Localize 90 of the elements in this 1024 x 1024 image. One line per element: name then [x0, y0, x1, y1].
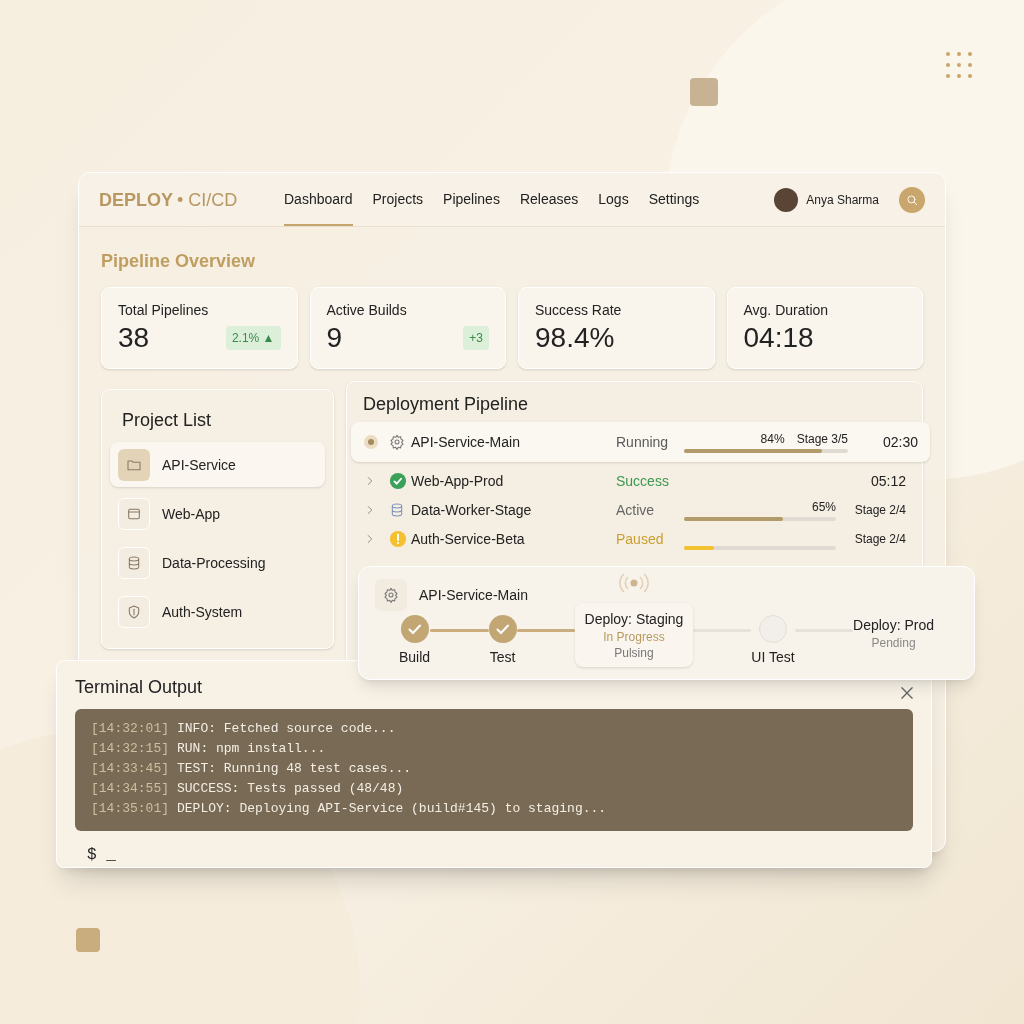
log-message: RUN: npm install... — [177, 740, 326, 758]
trend-badge: +3 — [463, 326, 489, 350]
log-timestamp: [14:34:55] — [91, 780, 169, 798]
pipeline-row[interactable]: API-Service-Main Running 84% Stage 3/5 02:30 — [351, 422, 930, 462]
section-title: Pipeline Overview — [101, 250, 257, 273]
stat-label: Avg. Duration — [743, 301, 830, 320]
log-timestamp: [14:32:01] — [91, 720, 169, 738]
log-message: DEPLOY: Deploying API-Service (build#145) to staging... — [177, 800, 607, 818]
stage-connector — [430, 629, 489, 632]
project-name: Web-App — [162, 504, 221, 524]
project-item[interactable]: Web-App — [110, 491, 325, 536]
terminal-prompt: $ _ — [87, 845, 117, 866]
stat-value: 38 — [118, 321, 150, 355]
pipeline-status: Paused — [616, 529, 665, 549]
brand-suffix: • CI/CD — [177, 188, 238, 212]
pipeline-status: Active — [616, 500, 656, 520]
nav-tab[interactable]: Projects — [372, 173, 424, 226]
dot-grid-icon — [944, 50, 974, 80]
nav-tab[interactable]: Pipelines — [443, 173, 500, 226]
checkmark-circle-icon — [488, 615, 517, 643]
square-shape — [76, 928, 100, 952]
database-icon — [389, 501, 405, 518]
nav-tab[interactable]: Dashboard — [284, 173, 353, 226]
stage-detail: Pending — [871, 635, 916, 651]
warning-icon — [389, 529, 407, 548]
success-check-icon — [389, 471, 407, 490]
panel-title: Project List — [121, 409, 213, 432]
search-button[interactable] — [899, 186, 925, 213]
panel-title: Deployment Pipeline — [362, 393, 530, 416]
progress-percent: 84% — [760, 431, 785, 447]
gear-icon — [389, 434, 405, 450]
pipeline-row[interactable]: Web-App-Prod Success 05:12 — [351, 466, 918, 495]
duration: 02:30 — [882, 433, 918, 452]
nav-tab[interactable]: Releases — [519, 173, 579, 226]
stage-label: Deploy: Prod — [853, 616, 934, 635]
project-item[interactable]: Data-Processing — [110, 540, 325, 585]
stage-count: Stage 3/5 — [796, 431, 848, 447]
stage-label: Deploy: Staging — [584, 610, 684, 629]
pipeline-row[interactable]: Auth-Service-Beta Paused Stage 2/4 — [351, 524, 918, 553]
search-icon — [905, 192, 919, 207]
avatar — [774, 187, 799, 212]
pipeline-name: Auth-Service-Beta — [411, 529, 526, 549]
stat-value: 9 — [326, 321, 343, 355]
pulse-signal-icon — [616, 571, 651, 595]
stage-label: UI Test — [751, 648, 795, 667]
pipeline-name: Data-Worker-Stage — [411, 500, 533, 520]
checkmark-circle-icon — [400, 615, 429, 643]
nav-tab[interactable]: Logs — [598, 173, 629, 226]
pipeline-row[interactable]: Data-Worker-Stage Active 65% Stage 2/4 — [351, 495, 918, 524]
project-name: API-Service — [162, 455, 236, 475]
stage-label: Test — [489, 648, 516, 667]
pipeline-name: API-Service-Main — [411, 433, 521, 452]
user-name: Anya Sharma — [806, 191, 879, 208]
stage-detail: In Progress — [603, 629, 665, 645]
close-icon — [901, 687, 913, 699]
nav-tab[interactable]: Settings — [648, 173, 700, 226]
stat-label: Active Builds — [326, 301, 408, 320]
log-message: SUCCESS: Tests passed (48/48) — [177, 780, 404, 798]
stage-connector — [516, 629, 575, 632]
stage-count: Stage 2/4 — [854, 501, 906, 518]
log-timestamp: [14:35:01] — [91, 800, 169, 818]
gear-icon — [383, 587, 399, 603]
stat-label: Total Pipelines — [118, 301, 210, 320]
trend-badge: 2.1% ▲ — [225, 326, 281, 350]
database-icon — [126, 554, 142, 571]
project-name: Data-Processing — [162, 553, 266, 573]
radio-dot-icon — [363, 434, 379, 450]
stage-label: Build — [399, 648, 431, 667]
pipeline-status: Success — [616, 471, 670, 491]
log-message: TEST: Running 48 test cases... — [177, 760, 412, 778]
log-timestamp: [14:32:15] — [91, 740, 169, 758]
project-name: Auth-System — [162, 602, 243, 622]
log-message: INFO: Fetched source code... — [177, 720, 396, 738]
pipeline-status: Running — [616, 433, 670, 452]
stat-label: Success Rate — [535, 301, 623, 320]
square-shape — [690, 78, 718, 106]
brand-name: DEPLOY — [99, 188, 173, 212]
pipeline-name: Web-App-Prod — [411, 471, 505, 491]
shield-icon — [126, 603, 142, 620]
stat-value: 04:18 — [743, 321, 814, 355]
progress-percent: 65% — [811, 498, 836, 515]
stage-card-title: API-Service-Main — [419, 586, 528, 605]
stage-count: Stage 2/4 — [854, 530, 906, 547]
project-item[interactable]: Auth-System — [110, 589, 325, 634]
log-timestamp: [14:33:45] — [91, 760, 169, 778]
terminal-title: Terminal Output — [75, 676, 203, 699]
stage-note: Pulsing — [614, 645, 654, 661]
duration: 05:12 — [870, 471, 906, 491]
project-item[interactable]: API-Service — [110, 442, 325, 487]
stat-value: 98.4% — [535, 321, 615, 355]
